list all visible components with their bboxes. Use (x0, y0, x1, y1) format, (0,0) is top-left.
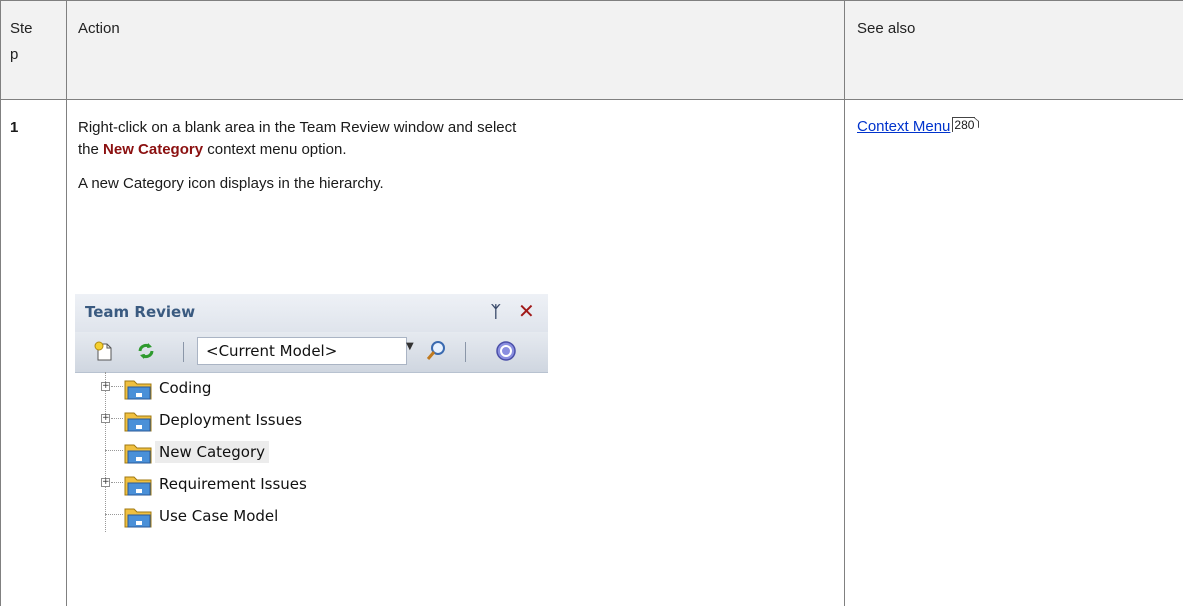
toolbar-separator (183, 342, 184, 362)
tree-connector (111, 482, 123, 484)
tree-connector (105, 450, 123, 452)
tree-item-label: New Category (155, 441, 270, 463)
header-see-also: See also (857, 20, 916, 37)
column-divider-step (66, 0, 67, 606)
category-folder-icon (124, 412, 152, 432)
action-line-3: A new Category icon displays in the hier… (78, 175, 384, 192)
expand-icon[interactable]: + (101, 414, 110, 423)
chevron-down-icon[interactable]: ▼ (406, 341, 414, 352)
tree-item[interactable]: New Category (75, 436, 548, 468)
new-document-icon[interactable] (93, 340, 115, 362)
category-folder-icon (124, 508, 152, 528)
category-tree: + Coding + Deployment Issues New Categor… (75, 372, 548, 562)
tree-item-label: Use Case Model (159, 507, 279, 525)
action-line-1: Right-click on a blank area in the Team … (78, 119, 517, 136)
menu-option-name: New Category (103, 141, 204, 158)
action-text: Right-click on a blank area in the Team … (78, 117, 838, 195)
model-select[interactable]: <Current Model> (197, 337, 407, 365)
action-line-2-suffix: context menu option. (203, 141, 347, 158)
team-review-titlebar: Team Review ᛉ ✕ (75, 294, 548, 332)
close-icon[interactable]: ✕ (518, 299, 535, 323)
header-row (0, 0, 1183, 99)
tree-item-label: Coding (159, 379, 212, 397)
tree-item[interactable]: Use Case Model (75, 500, 548, 532)
team-review-title: Team Review (85, 303, 196, 321)
team-review-window: Team Review ᛉ ✕ <Current Model> ▼ + Codi… (75, 294, 548, 562)
tree-item[interactable]: + Deployment Issues (75, 404, 548, 436)
header-row-divider (0, 99, 1183, 100)
tree-item-label: Requirement Issues (159, 475, 307, 493)
category-folder-icon (124, 444, 152, 464)
toolbar-separator (465, 342, 466, 362)
action-line-2: the New Category context menu option. (78, 139, 838, 161)
procedure-table: Ste p Action See also 1 Right-click on a… (0, 0, 1183, 606)
search-icon[interactable] (425, 340, 447, 362)
pin-icon[interactable]: ᛉ (491, 302, 501, 321)
table-border-top (0, 0, 1183, 1)
tree-item[interactable]: + Coding (75, 372, 548, 404)
category-folder-icon (124, 380, 152, 400)
help-icon[interactable] (495, 340, 517, 362)
header-action: Action (78, 20, 120, 37)
header-step: Ste p (10, 20, 33, 63)
team-review-toolbar: <Current Model> ▼ (75, 332, 548, 373)
tree-connector (105, 514, 123, 516)
column-divider-action (844, 0, 845, 606)
tree-item[interactable]: + Requirement Issues (75, 468, 548, 500)
expand-icon[interactable]: + (101, 478, 110, 487)
tree-connector (111, 418, 123, 420)
context-menu-link[interactable]: Context Menu (857, 118, 950, 135)
page-reference: 280 (952, 117, 976, 132)
category-folder-icon (124, 476, 152, 496)
see-also-cell: Context Menu 280 (857, 117, 976, 136)
tree-item-label: Deployment Issues (159, 411, 303, 429)
expand-icon[interactable]: + (101, 382, 110, 391)
step-number: 1 (10, 119, 19, 136)
tree-connector (111, 386, 123, 388)
refresh-icon[interactable] (135, 340, 157, 362)
action-line-2-prefix: the (78, 141, 104, 158)
table-border-left (0, 0, 1, 606)
